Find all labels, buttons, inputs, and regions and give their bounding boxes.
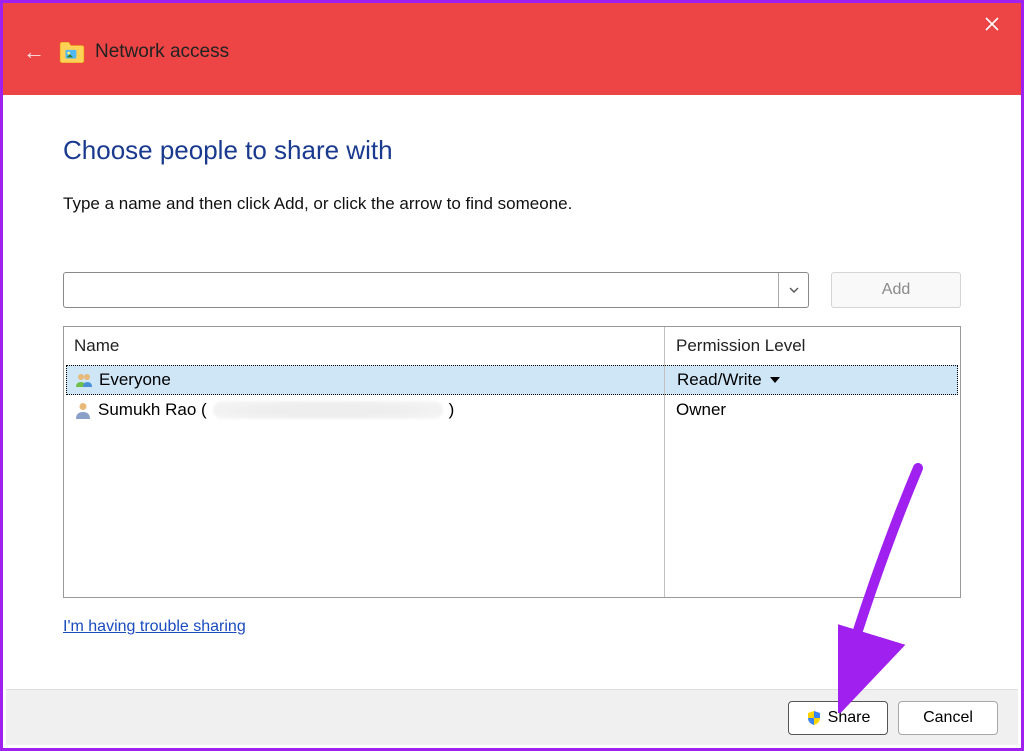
user-dropdown-toggle[interactable] [778, 273, 808, 307]
close-icon [985, 17, 999, 31]
user-icon [74, 401, 92, 419]
cancel-button-label: Cancel [923, 709, 973, 727]
column-header-name[interactable]: Name [64, 336, 664, 356]
row-permission-cell[interactable]: Read/Write [665, 370, 957, 390]
table-row[interactable]: Everyone Read/Write [66, 365, 958, 395]
row-permission: Owner [676, 400, 726, 420]
row-name-cell: Everyone [67, 370, 665, 390]
trouble-sharing-link[interactable]: I'm having trouble sharing [63, 618, 246, 636]
share-button-label: Share [828, 709, 871, 727]
row-name: Everyone [99, 370, 171, 390]
cancel-button[interactable]: Cancel [898, 701, 998, 735]
instruction-text: Type a name and then click Add, or click… [63, 194, 961, 214]
group-icon [75, 371, 93, 389]
caret-down-icon [770, 377, 780, 383]
table-row[interactable]: Sumukh Rao ( ) Owner [64, 395, 960, 425]
row-name-cell: Sumukh Rao ( ) [66, 400, 664, 420]
user-combobox[interactable] [63, 272, 809, 308]
folder-icon [59, 41, 85, 63]
dialog-footer: Share Cancel [6, 689, 1018, 745]
row-name-suffix: ) [449, 400, 455, 420]
table-header: Name Permission Level [64, 327, 960, 365]
column-divider [664, 327, 665, 597]
titlebar: ← Network access [3, 3, 1021, 95]
redacted-text [213, 401, 443, 419]
share-list-table: Name Permission Level Everyone Read/Writ… [63, 326, 961, 598]
row-permission: Read/Write [677, 370, 762, 390]
back-arrow-icon[interactable]: ← [23, 39, 45, 65]
page-heading: Choose people to share with [63, 135, 961, 166]
window-title: Network access [95, 41, 229, 63]
add-user-row: Add [63, 272, 961, 308]
add-button[interactable]: Add [831, 272, 961, 308]
dialog-content: Choose people to share with Type a name … [3, 95, 1021, 636]
row-permission-cell: Owner [664, 400, 960, 420]
close-button[interactable] [973, 9, 1011, 39]
share-button[interactable]: Share [788, 701, 888, 735]
shield-icon [806, 710, 822, 726]
row-name-prefix: Sumukh Rao ( [98, 400, 207, 420]
chevron-down-icon [789, 287, 799, 293]
column-header-permission[interactable]: Permission Level [664, 336, 960, 356]
user-input[interactable] [64, 273, 778, 307]
